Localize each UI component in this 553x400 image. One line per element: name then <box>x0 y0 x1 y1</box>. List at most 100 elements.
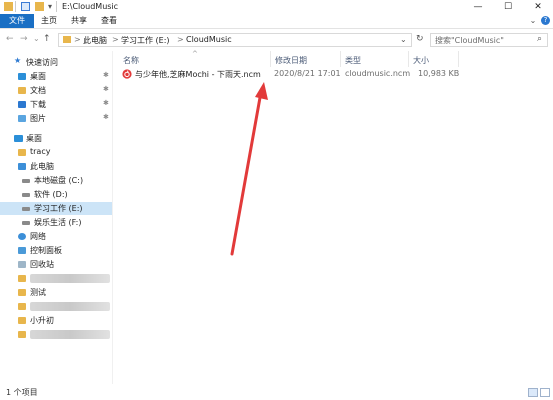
ribbon-expand-icon[interactable]: ⌄ <box>528 14 538 28</box>
close-button[interactable]: ✕ <box>523 0 553 14</box>
sidebar-item-quick-access[interactable]: ★ 快速访问 <box>0 56 112 69</box>
pin-icon[interactable]: ✱ <box>103 99 109 107</box>
column-divider[interactable] <box>458 51 459 67</box>
sidebar-item-label: 桌面 <box>30 72 46 81</box>
sidebar-item-recycle-bin[interactable]: 回收站 <box>0 258 112 271</box>
column-divider[interactable] <box>270 51 271 67</box>
sidebar-item-label: 快速访问 <box>26 58 58 67</box>
tab-view[interactable]: 查看 <box>94 14 124 28</box>
drive-icon <box>22 179 30 183</box>
redacted-label <box>30 274 110 283</box>
pictures-icon <box>18 115 26 122</box>
column-header-modified[interactable]: 修改日期 <box>275 55 307 66</box>
sidebar-item-folder[interactable] <box>0 328 112 341</box>
divider <box>15 1 16 12</box>
sidebar-item-drive-c[interactable]: 本地磁盘 (C:) <box>0 174 112 187</box>
sidebar-item-user[interactable]: tracy <box>0 146 112 159</box>
column-header-size[interactable]: 大小 <box>413 55 429 66</box>
breadcrumb-separator[interactable]: > <box>177 35 184 44</box>
column-header-type[interactable]: 类型 <box>345 55 361 66</box>
column-divider[interactable] <box>340 51 341 67</box>
breadcrumb-this-pc[interactable]: 此电脑 <box>83 35 107 46</box>
sidebar-item-control-panel[interactable]: 控制面板 <box>0 244 112 257</box>
search-icon[interactable]: ⌕ <box>537 34 542 44</box>
forward-button[interactable]: → <box>20 34 28 44</box>
sidebar-item-folder[interactable]: 小升初 <box>0 314 112 327</box>
details-view-button[interactable] <box>528 388 538 397</box>
sidebar-item-this-pc[interactable]: 此电脑 <box>0 160 112 173</box>
sidebar-item-documents[interactable]: 文档 ✱ <box>0 84 112 97</box>
sidebar-item-folder[interactable] <box>0 300 112 313</box>
sidebar-item-label: 回收站 <box>30 260 54 269</box>
item-count: 1 个项目 <box>6 388 38 397</box>
tab-share[interactable]: 共享 <box>64 14 94 28</box>
sidebar-item-label: 此电脑 <box>30 162 54 171</box>
breadcrumb-drive-e[interactable]: 学习工作 (E:) <box>121 35 170 46</box>
sidebar-item-drive-d[interactable]: 软件 (D:) <box>0 188 112 201</box>
search-input[interactable]: 搜索"CloudMusic" ⌕ <box>430 33 548 47</box>
sidebar-item-folder[interactable]: 测试 <box>0 286 112 299</box>
sidebar-item-label: 桌面 <box>26 134 42 143</box>
pin-icon[interactable]: ✱ <box>103 85 109 93</box>
sidebar-item-pictures[interactable]: 图片 ✱ <box>0 112 112 125</box>
sidebar-item-desktop[interactable]: 桌面 <box>0 132 112 145</box>
file-size: 10,983 KB <box>418 69 460 78</box>
tab-home[interactable]: 主页 <box>34 14 64 28</box>
download-icon <box>18 101 26 108</box>
new-folder-icon[interactable] <box>35 2 44 11</box>
large-icons-view-button[interactable] <box>540 388 550 397</box>
sidebar-item-label: 软件 (D:) <box>34 190 68 199</box>
redacted-label <box>30 330 110 339</box>
column-header-name[interactable]: 名称 <box>123 55 139 66</box>
sidebar-item-drive-e[interactable]: 学习工作 (E:) <box>0 202 112 215</box>
tab-file[interactable]: 文件 <box>0 14 34 28</box>
qat-customize-icon[interactable]: ▾ <box>48 2 52 11</box>
up-button[interactable]: ↑ <box>43 34 51 44</box>
breadcrumb-separator[interactable]: > <box>112 35 119 44</box>
star-icon: ★ <box>14 56 22 65</box>
maximize-button[interactable]: ☐ <box>493 0 523 14</box>
control-panel-icon <box>18 247 26 254</box>
pin-icon[interactable]: ✱ <box>103 71 109 79</box>
drive-icon <box>22 207 30 211</box>
user-folder-icon <box>18 149 26 156</box>
help-icon[interactable]: ? <box>541 16 550 25</box>
column-divider[interactable] <box>408 51 409 67</box>
sidebar-item-label: 控制面板 <box>30 246 62 255</box>
recent-locations-button[interactable]: ⌄ <box>33 34 40 43</box>
breadcrumb-separator[interactable]: > <box>74 35 81 44</box>
computer-icon <box>18 163 26 170</box>
navigation-pane: ★ 快速访问 桌面 ✱ 文档 ✱ 下载 ✱ 图片 ✱ 桌面 tracy 此电脑 … <box>0 51 112 384</box>
sidebar-item-desktop-pinned[interactable]: 桌面 ✱ <box>0 70 112 83</box>
drive-icon <box>22 221 30 225</box>
sidebar-item-label: 下载 <box>30 100 46 109</box>
window-title: E:\CloudMusic <box>62 2 119 11</box>
refresh-icon[interactable]: ↻ <box>416 34 424 44</box>
drive-icon <box>22 193 30 197</box>
pin-icon[interactable]: ✱ <box>103 113 109 121</box>
back-button[interactable]: ← <box>6 34 14 44</box>
file-row[interactable]: 与少年他,芝麻Mochi - 下雨天.ncm 2020/8/21 17:01 c… <box>118 68 460 81</box>
properties-icon[interactable] <box>21 2 30 11</box>
recycle-bin-icon <box>18 261 26 268</box>
file-type: cloudmusic.ncm <box>345 69 411 78</box>
search-placeholder: 搜索"CloudMusic" <box>435 36 504 45</box>
folder-icon <box>4 2 13 11</box>
sort-indicator-icon: ^ <box>192 50 198 58</box>
address-row: ← → ⌄ ↑ > 此电脑 > 学习工作 (E:) > CloudMusic ⌄… <box>0 29 553 51</box>
address-bar[interactable]: > 此电脑 > 学习工作 (E:) > CloudMusic ⌄ <box>58 33 412 47</box>
documents-icon <box>18 87 26 94</box>
divider <box>56 1 57 12</box>
sidebar-item-folder[interactable] <box>0 272 112 285</box>
ribbon-tabs: 文件 主页 共享 查看 ⌄ ? <box>0 14 553 29</box>
sidebar-item-downloads[interactable]: 下载 ✱ <box>0 98 112 111</box>
address-dropdown-icon[interactable]: ⌄ <box>400 35 407 44</box>
pane-divider <box>112 51 113 384</box>
sidebar-item-label: 文档 <box>30 86 46 95</box>
sidebar-item-network[interactable]: 网络 <box>0 230 112 243</box>
sidebar-item-drive-f[interactable]: 娱乐生活 (F:) <box>0 216 112 229</box>
breadcrumb-cloudmusic[interactable]: CloudMusic <box>186 35 232 44</box>
minimize-button[interactable]: — <box>463 0 493 14</box>
folder-icon <box>18 303 26 310</box>
sidebar-item-label: 本地磁盘 (C:) <box>34 176 84 185</box>
